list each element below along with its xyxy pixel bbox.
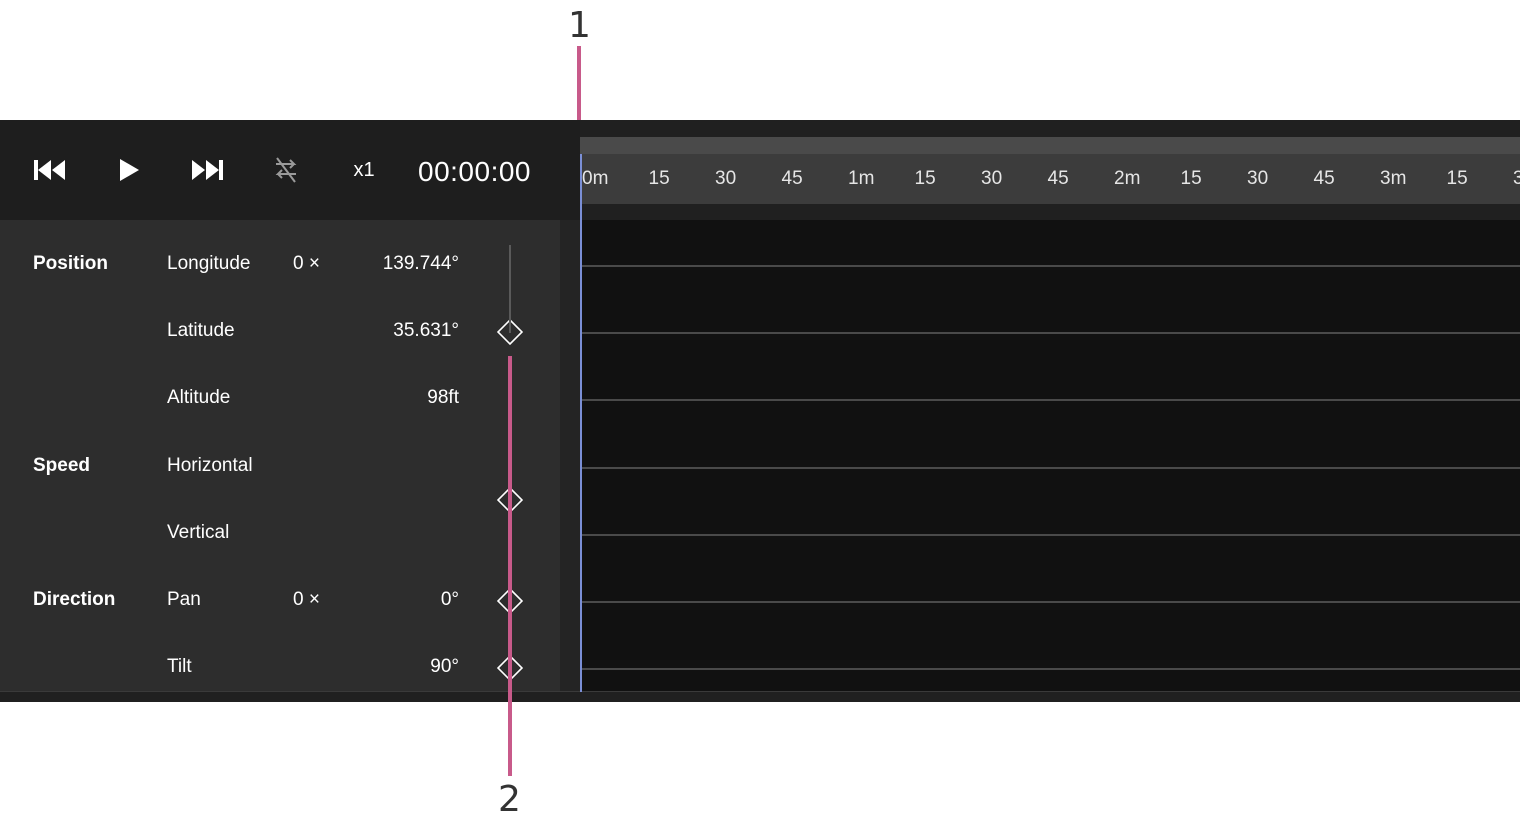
ruler-tick-label: 30 <box>1247 168 1269 189</box>
callout-number-2: 2 <box>498 779 521 820</box>
ruler-tick-label: 3m <box>1380 168 1407 189</box>
callout-number-1: 1 <box>568 5 591 46</box>
track-line <box>580 265 1520 267</box>
timeline-editor: x1 00:00:00 0m 15 30 45 1m 15 30 45 2m 15 30 45 3m 15… <box>0 120 1520 702</box>
ruler-tick-label: 45 <box>781 168 803 189</box>
playback-speed-button[interactable]: x1 <box>339 150 389 190</box>
property-row: Direction Pan 0 × 0° <box>0 581 560 621</box>
group-label: Speed <box>33 454 91 476</box>
ruler-tick-label: 15 <box>1180 168 1202 189</box>
play-icon <box>120 159 139 181</box>
skip-to-start-button[interactable] <box>25 150 75 190</box>
ruler-tick-label: 30 <box>981 168 1003 189</box>
property-row: Tilt 90° <box>0 648 560 688</box>
property-label: Vertical <box>167 521 230 543</box>
ruler-tick-label: 45 <box>1313 168 1335 189</box>
ruler-tick-label: 2m <box>1114 168 1141 189</box>
group-label: Direction <box>33 589 116 610</box>
callout-line-2 <box>508 356 512 776</box>
ruler-tick-label: 15 <box>648 168 670 189</box>
property-row: Latitude 35.631° <box>0 312 560 352</box>
property-label: Tilt <box>167 656 192 678</box>
ruler-tick-label: 1m <box>848 168 875 189</box>
playhead[interactable] <box>580 154 582 692</box>
property-row: Altitude 98ft <box>0 379 560 419</box>
property-value[interactable]: 90° <box>430 656 459 678</box>
property-row: Vertical <box>0 514 560 554</box>
loop-toggle-button[interactable] <box>261 150 311 190</box>
track-line <box>580 601 1520 603</box>
property-label: Longitude <box>167 253 251 274</box>
speed-label: x1 <box>353 158 375 181</box>
property-value[interactable]: 35.631° <box>393 320 459 342</box>
property-value[interactable]: 98ft <box>427 387 459 409</box>
property-label: Horizontal <box>167 454 253 476</box>
current-time-readout: 00:00:00 <box>418 156 531 187</box>
play-button[interactable] <box>104 150 154 190</box>
ruler-scrollbar[interactable] <box>580 137 1520 154</box>
ruler-tick-label: 30 <box>715 168 737 189</box>
property-value[interactable]: 139.744° <box>383 253 459 275</box>
property-row: Speed Horizontal <box>0 447 560 487</box>
playback-toolbar: x1 00:00:00 <box>0 120 580 220</box>
track-line <box>580 466 1520 469</box>
panel-bottom-border <box>0 691 1520 692</box>
property-label: Pan <box>167 589 201 610</box>
track-line <box>580 533 1520 536</box>
group-label: Position <box>33 253 108 274</box>
ruler-tick-label: 15 <box>914 168 936 189</box>
ruler-tick-label: 30 <box>1513 168 1520 189</box>
skip-to-end-icon <box>192 160 223 180</box>
ruler-tick-label: 0m <box>582 168 609 189</box>
property-value[interactable]: 0° <box>441 589 459 611</box>
track-line <box>580 399 1520 402</box>
track-line <box>580 332 1520 335</box>
properties-panel: Position Longitude 0 × 139.744° Latitude 35.6… <box>0 220 560 692</box>
property-label: Latitude <box>167 320 235 342</box>
property-label: Altitude <box>167 387 231 409</box>
keyframe-tracks[interactable] <box>580 220 1520 692</box>
skip-to-start-icon <box>34 160 65 180</box>
keyframe-connector-line <box>509 245 511 333</box>
multiplier-label: 0 × <box>293 589 320 610</box>
panel-divider <box>560 220 580 692</box>
skip-to-end-button[interactable] <box>182 150 232 190</box>
ruler-tick-label: 45 <box>1047 168 1069 189</box>
track-line <box>580 668 1520 671</box>
ruler-tick-label: 15 <box>1446 168 1468 189</box>
property-row: Position Longitude 0 × 139.744° <box>0 245 560 285</box>
loop-disabled-icon <box>275 157 297 183</box>
time-ruler[interactable]: 0m 15 30 45 1m 15 30 45 2m 15 30 45 3m 15 30 <box>580 154 1520 204</box>
multiplier-label: 0 × <box>293 253 320 274</box>
